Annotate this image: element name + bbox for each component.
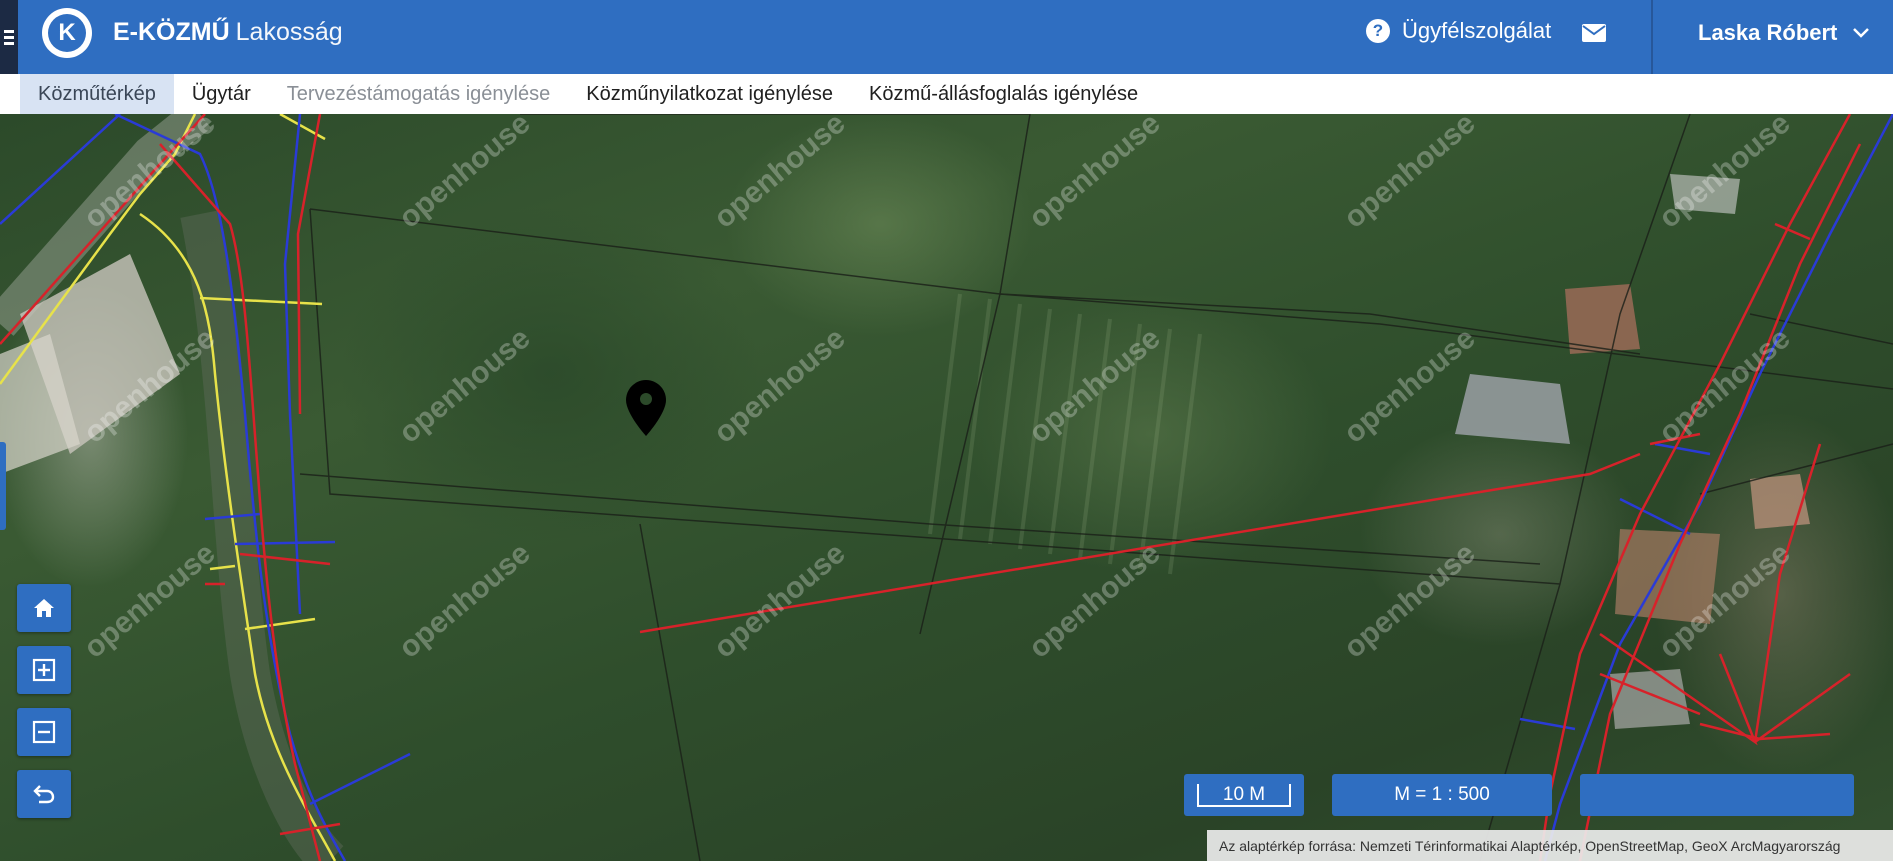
tab-kozmunyilatkozat[interactable]: Közműnyilatkozat igénylése — [568, 74, 851, 114]
location-pin-icon[interactable] — [626, 380, 666, 436]
question-circle-icon: ? — [1366, 19, 1390, 43]
map-attribution: Az alaptérkép forrása: Nemzeti Térinform… — [1207, 830, 1893, 861]
top-header: K E-KÖZMŰ Lakosság ? Ügyfélszolgálat Lask… — [0, 0, 1893, 74]
main-nav: Közműtérkép Ügytár Tervezéstámogatás igé… — [0, 74, 1893, 115]
undo-icon — [33, 785, 55, 804]
zoom-in-button[interactable] — [17, 646, 71, 694]
side-panel-handle[interactable] — [0, 442, 6, 530]
scale-bar-label: 10 M — [1196, 783, 1292, 807]
chevron-down-icon — [1853, 28, 1870, 38]
zoom-out-icon — [32, 720, 56, 744]
support-label: Ügyfélszolgálat — [1402, 18, 1552, 43]
user-menu[interactable]: Laska Róbert — [1698, 20, 1870, 46]
undo-button[interactable] — [17, 770, 71, 818]
tab-ugytar[interactable]: Ügytár — [174, 74, 269, 114]
zoom-out-button[interactable] — [17, 708, 71, 756]
coordinate-box — [1580, 774, 1854, 816]
zoom-in-icon — [32, 658, 56, 682]
user-name: Laska Róbert — [1698, 20, 1838, 45]
utility-lines-layer — [0, 114, 1893, 861]
tab-kozmu-allasfoglalas[interactable]: Közmű-állásfoglalás igénylése — [851, 74, 1156, 114]
hamburger-menu-button[interactable] — [0, 0, 18, 74]
map-canvas[interactable]: openhouse openhouse openhouse openhouse … — [0, 114, 1893, 861]
header-divider — [1651, 0, 1653, 74]
logo-letter: K — [48, 14, 86, 52]
home-button[interactable] — [17, 584, 71, 632]
brand-subtitle: Lakosság — [235, 18, 343, 46]
tab-tervezestamogatas: Tervezéstámogatás igénylése — [286, 82, 551, 105]
envelope-icon[interactable] — [1582, 24, 1606, 42]
app-title: E-KÖZMŰ Lakosság — [113, 18, 343, 47]
support-link[interactable]: ? Ügyfélszolgálat — [1366, 18, 1551, 44]
brand-name: E-KÖZMŰ — [113, 18, 230, 46]
app-logo[interactable]: K — [42, 8, 92, 58]
home-icon — [34, 599, 54, 617]
scale-ratio-box[interactable]: M = 1 : 500 — [1332, 774, 1552, 816]
tab-kozmuterkep[interactable]: Közműtérkép — [20, 74, 174, 114]
scale-bar-box: 10 M — [1184, 774, 1304, 816]
